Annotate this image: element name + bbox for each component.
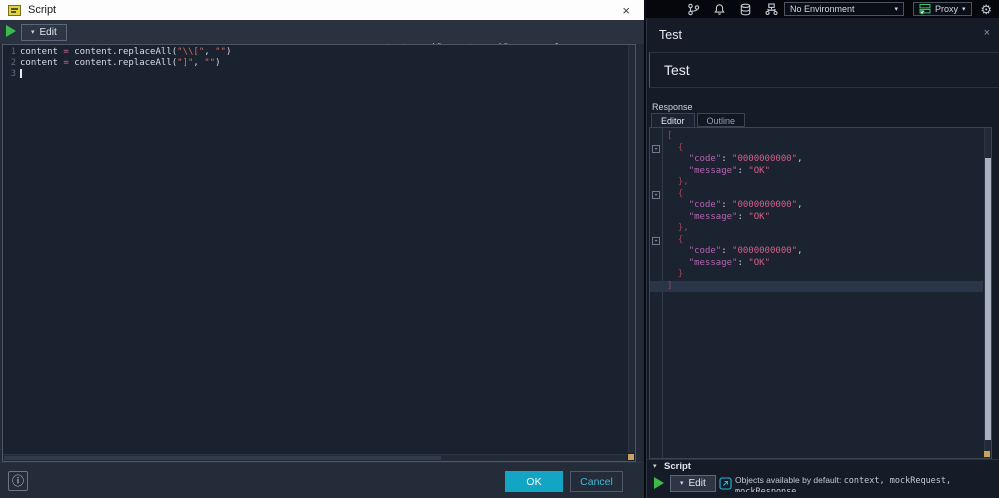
edit-button-label: Edit <box>688 478 706 489</box>
code-line: ] <box>650 280 983 292</box>
scrollbar-thumb[interactable] <box>4 456 441 460</box>
test-panel: Test × Test Response Editor Outline [- {… <box>646 18 999 498</box>
open-in-editor-icon[interactable] <box>719 477 732 495</box>
settings-gear-icon[interactable]: ⚙ <box>980 3 992 16</box>
panel-close-icon[interactable]: × <box>984 28 990 39</box>
run-script-button[interactable] <box>6 25 16 37</box>
code-line: "message": "OK" <box>688 165 770 176</box>
proxy-button-label: Proxy <box>935 4 959 14</box>
test-name-field[interactable]: Test <box>649 52 999 88</box>
chevron-down-icon: ▾ <box>31 29 35 36</box>
code-line: - { <box>652 142 684 153</box>
tab-editor[interactable]: Editor <box>651 113 695 127</box>
environment-selector[interactable]: No Environment ▾ <box>784 2 904 16</box>
script-help-text: Objects available by default: context, m… <box>735 475 952 492</box>
ok-button[interactable]: OK <box>505 471 563 492</box>
edit-button-label: Edit <box>39 27 57 38</box>
response-tabbar: Editor Outline <box>651 113 746 127</box>
script-code-lines: content = content.replaceAll("\\[", "") c… <box>20 47 623 80</box>
line-number: 2 <box>10 58 16 68</box>
dialog-toolbar: ▾ Edit Objects available by default: con… <box>0 20 644 58</box>
git-branch-icon[interactable] <box>687 3 700 16</box>
test-name-value: Test <box>664 62 690 78</box>
info-button[interactable]: ⓘ <box>8 471 28 491</box>
vertical-scrollbar[interactable] <box>628 45 635 453</box>
chevron-down-icon: ▾ <box>894 5 898 13</box>
line-number: 1 <box>10 47 16 57</box>
resize-corner <box>984 451 990 457</box>
code-line: "message": "OK" <box>688 211 770 222</box>
code-line: "message": "OK" <box>688 257 770 268</box>
code-line: "code": "0000000000", <box>688 246 803 256</box>
resize-corner <box>628 454 634 460</box>
notifications-bell-icon[interactable] <box>713 3 726 16</box>
vertical-scrollbar[interactable] <box>984 128 991 458</box>
code-line: [ <box>667 131 673 141</box>
response-label: Response <box>652 102 693 112</box>
right-pane: No Environment ▾ Proxy ▾ ⚙ Test × Test R… <box>646 0 999 498</box>
app-window: Script × ▾ Edit Objects available by def… <box>0 0 999 498</box>
dialog-close-icon[interactable]: × <box>616 4 636 17</box>
code-line: content = content.replaceAll("\\[", "") <box>20 47 232 57</box>
proxy-server-icon <box>919 4 931 15</box>
code-line: "code": "0000000000", <box>688 200 803 210</box>
script-section-toolbar: ▾ Edit Objects available by default: con… <box>647 472 999 498</box>
dialog-title: Script <box>28 4 57 16</box>
database-icon[interactable] <box>739 3 752 16</box>
code-line: } <box>677 269 684 279</box>
dialog-titlebar: Script × <box>0 0 644 20</box>
code-line: content = content.replaceAll("]", "") <box>20 58 221 68</box>
line-number: 3 <box>10 69 16 79</box>
app-topbar: No Environment ▾ Proxy ▾ ⚙ <box>646 0 999 18</box>
code-line: - { <box>652 234 684 245</box>
code-line: }, <box>677 177 689 187</box>
tab-outline[interactable]: Outline <box>696 113 746 127</box>
dialog-footer: ⓘ OK Cancel <box>0 462 644 498</box>
cancel-button[interactable]: Cancel <box>570 471 623 492</box>
collapse-chevron-icon: ▾ <box>653 463 657 470</box>
proxy-button[interactable]: Proxy ▾ <box>913 2 972 16</box>
code-line <box>20 69 623 80</box>
code-line: "code": "0000000000", <box>688 154 803 164</box>
response-json-editor[interactable]: [- { "code": "0000000000", "message": "O… <box>649 127 992 459</box>
script-dialog: Script × ▾ Edit Objects available by def… <box>0 0 645 498</box>
fold-marker-icon[interactable]: - <box>652 144 660 153</box>
script-code-editor[interactable]: 123 content = content.replaceAll("\\[", … <box>2 44 636 462</box>
edit-dropdown-button[interactable]: ▾ Edit <box>21 24 67 41</box>
script-section-label: Script <box>664 461 691 472</box>
environment-selector-value: No Environment <box>790 4 855 14</box>
mock-routes-icon[interactable] <box>765 2 778 16</box>
panel-title: Test <box>659 28 682 42</box>
fold-marker-icon[interactable]: - <box>652 190 660 199</box>
line-number-gutter: 123 <box>3 47 16 80</box>
chevron-down-icon: ▾ <box>962 5 966 13</box>
text-cursor <box>20 69 22 78</box>
horizontal-scrollbar[interactable] <box>3 454 627 461</box>
script-section-header[interactable]: ▾ Script <box>647 459 999 472</box>
code-line: - { <box>652 188 684 199</box>
json-content: [- { "code": "0000000000", "message": "O… <box>650 131 983 292</box>
scrollbar-thumb[interactable] <box>985 158 991 440</box>
run-script-button[interactable] <box>654 477 664 489</box>
edit-dropdown-button[interactable]: ▾ Edit <box>670 475 716 492</box>
chevron-down-icon: ▾ <box>680 480 684 487</box>
fold-marker-icon[interactable]: - <box>652 236 660 245</box>
script-file-icon <box>8 4 21 16</box>
code-line: }, <box>677 223 689 233</box>
